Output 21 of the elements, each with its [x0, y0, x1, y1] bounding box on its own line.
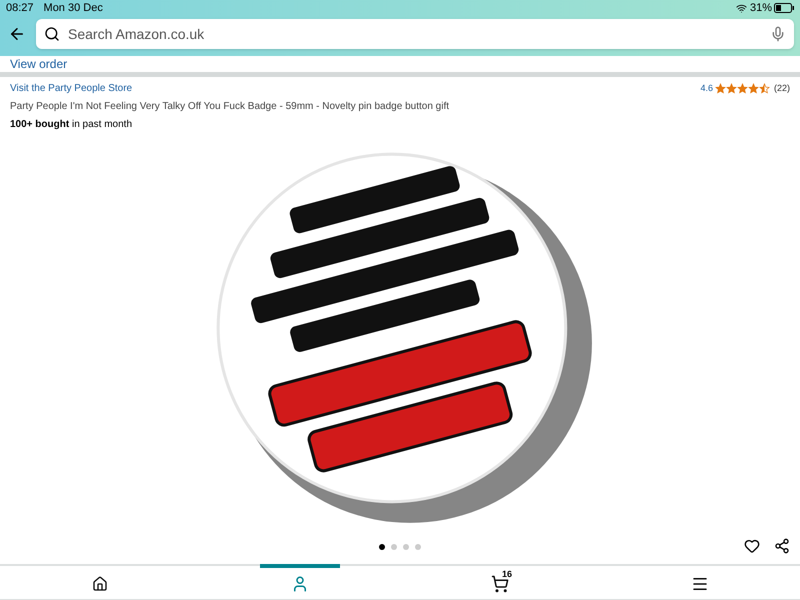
store-link[interactable]: Visit the Party People Store [10, 81, 132, 96]
status-date: Mon 30 Dec [44, 0, 103, 16]
bought-count: 100+ bought in past month [10, 118, 133, 132]
search-icon [44, 26, 60, 42]
nav-tab[interactable]: 16 [460, 564, 540, 599]
product-title: Party People I'm Not Feeling Very Talky Off You Fuck Badge - 59mm - Novelty pin badge button gift [10, 100, 450, 114]
wifi-icon [736, 2, 747, 14]
rating-value: 4.6 [700, 82, 713, 95]
home-icon [92, 576, 108, 592]
battery-icon [774, 3, 794, 13]
review-count: (22) [774, 82, 790, 95]
microphone-icon [770, 26, 786, 42]
person-icon [291, 574, 309, 592]
search-field[interactable]: Search Amazon.co.uk [68, 24, 762, 44]
view-order-link[interactable]: View order [10, 58, 68, 70]
share-button[interactable] [774, 538, 790, 554]
wishlist-button[interactable] [744, 538, 760, 554]
search-bar[interactable]: Search Amazon.co.uk [36, 19, 794, 49]
status-time: 08:27 [6, 0, 34, 16]
battery-level: 31% [750, 0, 772, 16]
cart-count: 16 [502, 568, 512, 581]
